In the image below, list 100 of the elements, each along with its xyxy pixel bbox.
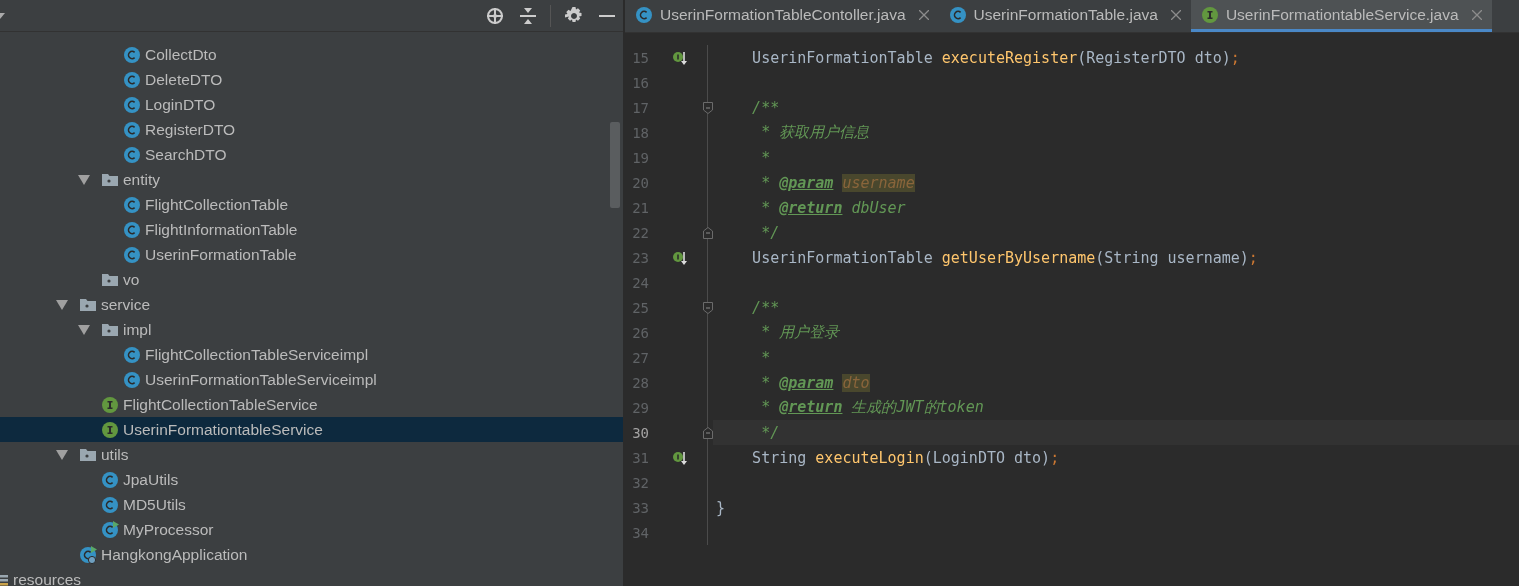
- implemented-arrow-icon[interactable]: [672, 449, 688, 466]
- class-icon: [948, 5, 967, 24]
- line-number: 19: [631, 149, 650, 166]
- tree-item[interactable]: FlightInformationTable: [0, 217, 623, 242]
- tree-item[interactable]: CollectDto: [0, 42, 623, 67]
- class-icon: [101, 470, 119, 489]
- class-icon: [123, 195, 141, 214]
- class-icon: [123, 145, 141, 164]
- tree-item[interactable]: FlightCollectionTable: [0, 192, 623, 217]
- caret-icon[interactable]: [0, 12, 5, 19]
- tree-item[interactable]: JpaUtils: [0, 467, 623, 492]
- class-icon: [635, 5, 653, 24]
- tree-item[interactable]: UserinFormationtableService: [0, 417, 623, 442]
- code-line: String executeLogin(LoginDTO dto);: [751, 448, 1060, 467]
- fold-marker-icon[interactable]: [703, 426, 713, 439]
- line-number: 15: [631, 49, 650, 66]
- fold-marker-icon[interactable]: [703, 301, 713, 314]
- tree-item[interactable]: UserinFormationTable: [0, 242, 623, 267]
- code-line: * @param dto: [760, 373, 870, 392]
- code-line: */: [760, 423, 780, 442]
- class-icon: [101, 495, 119, 514]
- minimize-icon[interactable]: [598, 14, 615, 17]
- class-icon: [123, 95, 141, 114]
- class-icon: [123, 70, 141, 89]
- line-number: 29: [631, 399, 650, 416]
- editor-tab[interactable]: UserinFormationTable.java: [938, 0, 1191, 32]
- class-icon: [123, 120, 141, 139]
- code-line: * 获取用户信息: [760, 123, 870, 142]
- fold-marker-icon[interactable]: [703, 101, 713, 114]
- tree-item[interactable]: FlightCollectionTableService: [0, 392, 623, 417]
- code-line: * @param username: [760, 173, 915, 192]
- line-number: 26: [631, 324, 650, 341]
- class-icon: [79, 545, 97, 564]
- tree-item[interactable]: FlightCollectionTableServiceimpl: [0, 342, 623, 367]
- expand-arrow-icon[interactable]: [78, 324, 90, 335]
- line-number: 28: [631, 374, 650, 391]
- tree-item[interactable]: utils: [0, 442, 623, 467]
- class-icon: [123, 370, 141, 389]
- line-number: 23: [631, 249, 650, 266]
- interface-icon: [101, 395, 119, 414]
- collapse-icon[interactable]: [519, 6, 536, 25]
- tree-item[interactable]: UserinFormationTableServiceimpl: [0, 367, 623, 392]
- class-icon: [123, 245, 141, 264]
- code-line: /**: [751, 298, 780, 317]
- scrollbar-thumb[interactable]: [610, 122, 620, 208]
- tree-item[interactable]: impl: [0, 317, 623, 342]
- tree-item[interactable]: service: [0, 292, 623, 317]
- code-line: * @return dbUser: [760, 198, 906, 217]
- tree-item[interactable]: RegisterDTO: [0, 117, 623, 142]
- close-icon[interactable]: [1170, 9, 1181, 20]
- line-number: 34: [631, 524, 650, 541]
- tree-item[interactable]: vo: [0, 267, 623, 292]
- line-number: 32: [631, 474, 650, 491]
- line-number: 18: [631, 124, 650, 141]
- tree-item[interactable]: MD5Utils: [0, 492, 623, 517]
- code-line: *: [760, 148, 771, 167]
- class-icon: [123, 45, 141, 64]
- tree-item[interactable]: HangkongApplication: [0, 542, 623, 567]
- tree-item[interactable]: SearchDTO: [0, 142, 623, 167]
- expand-arrow-icon[interactable]: [56, 299, 68, 310]
- fold-marker-icon[interactable]: [703, 226, 713, 239]
- tree-item[interactable]: MyProcessor: [0, 517, 623, 542]
- code-line: /**: [751, 98, 780, 117]
- line-number: 30: [631, 424, 650, 441]
- class-icon: [101, 520, 119, 539]
- locate-icon[interactable]: [485, 6, 504, 25]
- code-line: * @return 生成的JWT的token: [760, 398, 984, 417]
- code-line: *: [760, 348, 771, 367]
- close-icon[interactable]: [1471, 9, 1482, 20]
- implemented-arrow-icon[interactable]: [672, 49, 688, 66]
- expand-arrow-icon[interactable]: [78, 174, 90, 185]
- settings-icon[interactable]: [564, 6, 583, 25]
- class-icon: [123, 345, 141, 364]
- code-line: UserinFormationTable executeRegister(RegisterDTO dto);: [751, 48, 1240, 67]
- line-number: 33: [631, 499, 650, 516]
- line-number: 25: [631, 299, 650, 316]
- code-line: UserinFormationTable getUserByUsername(String username);: [751, 248, 1258, 267]
- code-line: * 用户登录: [760, 323, 840, 342]
- code-line: */: [760, 223, 780, 242]
- line-number: 24: [631, 274, 650, 291]
- line-number: 17: [631, 99, 650, 116]
- line-number: 22: [631, 224, 650, 241]
- line-number: 16: [631, 74, 650, 91]
- tree-item[interactable]: resources: [0, 567, 623, 586]
- tree-item[interactable]: LoginDTO: [0, 92, 623, 117]
- line-number: 20: [631, 174, 650, 191]
- close-icon[interactable]: [918, 9, 929, 20]
- class-icon: [123, 220, 141, 239]
- expand-arrow-icon[interactable]: [56, 449, 68, 460]
- implemented-arrow-icon[interactable]: [672, 249, 688, 266]
- editor-tab[interactable]: UserinFormationtableService.java: [1190, 0, 1492, 32]
- interface-icon: [1200, 5, 1219, 24]
- tree-item[interactable]: entity: [0, 167, 623, 192]
- line-number: 21: [631, 199, 650, 216]
- interface-icon: [101, 420, 119, 439]
- code-line: }: [716, 498, 726, 517]
- line-number: 31: [631, 449, 650, 466]
- editor-tab[interactable]: UserinFormationTableContoller.java: [625, 0, 939, 32]
- line-number: 27: [631, 349, 650, 366]
- tree-item[interactable]: DeleteDTO: [0, 67, 623, 92]
